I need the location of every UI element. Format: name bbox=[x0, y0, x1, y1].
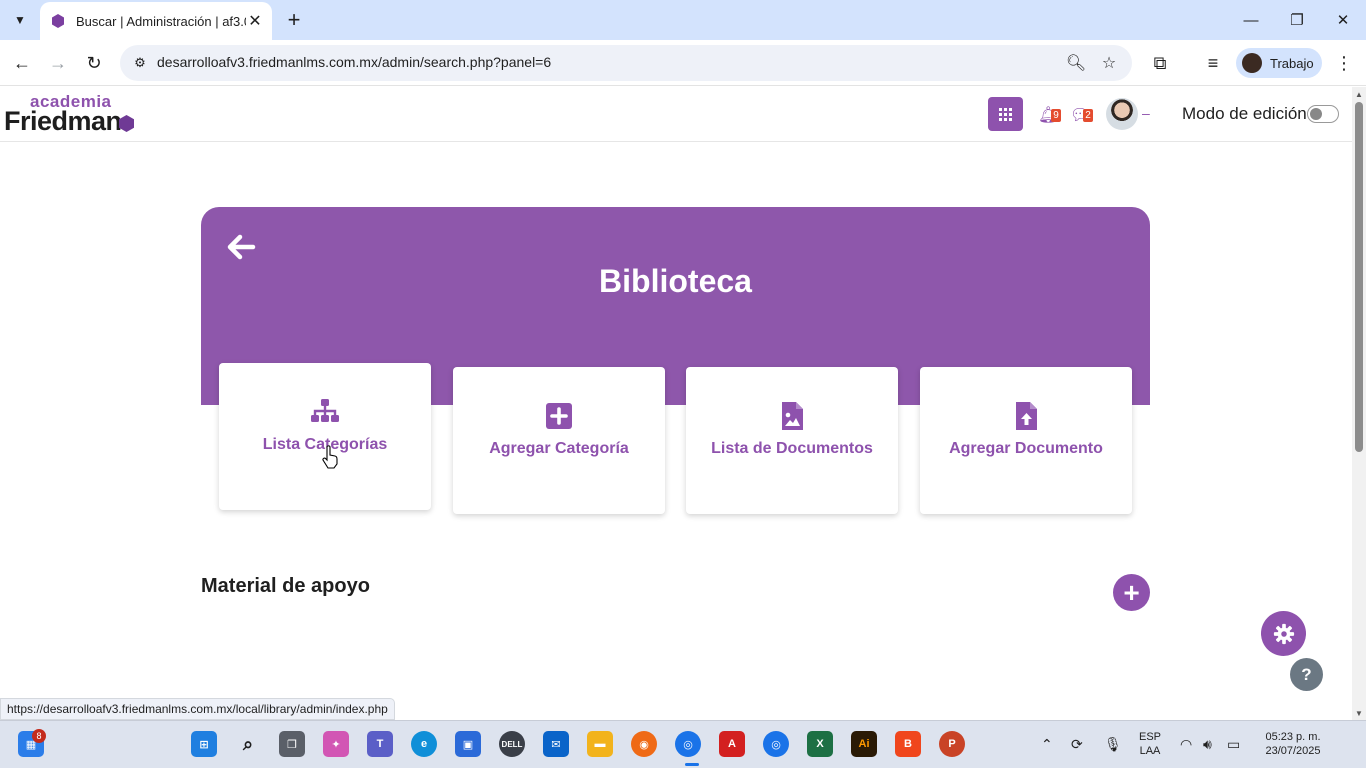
illustrator-icon[interactable]: Ai bbox=[851, 731, 877, 757]
notification-count-badge: 9 bbox=[1051, 109, 1061, 122]
acrobat-icon[interactable]: A bbox=[719, 731, 745, 757]
apps-grid-icon bbox=[999, 107, 1012, 121]
new-tab-button[interactable]: + bbox=[280, 6, 308, 34]
file-upload-icon bbox=[1016, 402, 1037, 430]
tab-close-icon[interactable]: ✕ bbox=[246, 12, 264, 30]
scroll-thumb[interactable] bbox=[1355, 102, 1363, 452]
card-lista-categorias[interactable]: Lista Categorías bbox=[219, 363, 431, 510]
back-button-icon[interactable]: ← bbox=[8, 49, 36, 77]
browser-tab-strip: ▼ Buscar | Administración | af3.0 ✕ + — … bbox=[0, 0, 1366, 40]
profile-label: Trabajo bbox=[1270, 55, 1314, 71]
url-text[interactable]: desarrolloafv3.friedmanlms.com.mx/admin/… bbox=[157, 54, 551, 70]
dell-icon[interactable]: DELL bbox=[499, 731, 525, 757]
clock[interactable]: 05:23 p. m. 23/07/2025 bbox=[1255, 730, 1331, 758]
browser-toolbar: ← → ↻ ⚙ desarrolloafv3.friedmanlms.com.m… bbox=[0, 40, 1366, 86]
profile-button[interactable]: Trabajo bbox=[1236, 48, 1322, 78]
clock-time: 05:23 p. m. bbox=[1265, 731, 1321, 743]
plus-square-icon bbox=[546, 403, 572, 429]
edit-mode-label: Modo de edición bbox=[1182, 104, 1307, 123]
widgets-badge: 8 bbox=[32, 729, 46, 743]
firefox-icon[interactable]: ◉ bbox=[631, 731, 657, 757]
chrome-profile-icon[interactable]: ◎ bbox=[763, 731, 789, 757]
scroll-down-icon[interactable]: ▼ bbox=[1352, 706, 1366, 720]
restore-icon[interactable]: ❐ bbox=[1274, 0, 1320, 40]
bookmark-star-icon[interactable]: ☆ bbox=[1097, 51, 1121, 75]
browser-tab[interactable]: Buscar | Administración | af3.0 ✕ bbox=[40, 2, 272, 40]
sitemap-icon bbox=[311, 399, 339, 422]
windows-start-icon[interactable]: ⊞ bbox=[191, 731, 217, 757]
language-line-1: ESP bbox=[1138, 731, 1161, 743]
gear-icon bbox=[1273, 623, 1294, 644]
extensions-icon[interactable]: ⧉ bbox=[1146, 49, 1174, 77]
file-explorer-icon[interactable]: ▬ bbox=[587, 731, 613, 757]
section-title: Material de apoyo bbox=[201, 575, 370, 597]
zoom-search-icon[interactable]: 🔍︎ bbox=[1064, 51, 1088, 75]
toggle-knob bbox=[1310, 108, 1322, 120]
help-button[interactable]: ? bbox=[1290, 658, 1323, 691]
forward-button-icon[interactable]: → bbox=[44, 49, 72, 77]
card-label: Agregar Documento bbox=[949, 440, 1103, 457]
hand-cursor-icon bbox=[322, 445, 338, 469]
reload-icon[interactable]: ↻ bbox=[80, 49, 108, 77]
search-icon[interactable]: ⌕ bbox=[235, 731, 261, 757]
link-status-bar: https://desarrolloafv3.friedmanlms.com.m… bbox=[0, 698, 395, 720]
site-settings-icon[interactable]: ⚙ bbox=[130, 53, 150, 73]
tab-title: Buscar | Administración | af3.0 bbox=[76, 13, 246, 29]
teams-icon[interactable]: T bbox=[367, 731, 393, 757]
language-line-2: LAA bbox=[1139, 745, 1161, 757]
settings-button[interactable] bbox=[1261, 611, 1306, 656]
card-agregar-categoria[interactable]: Agregar Categoría bbox=[453, 367, 665, 514]
input-language[interactable]: ESP LAA bbox=[1136, 730, 1164, 758]
minimize-icon[interactable]: — bbox=[1228, 0, 1274, 40]
card-label: Agregar Categoría bbox=[489, 440, 629, 457]
chrome-icon[interactable]: ◎ bbox=[675, 731, 701, 757]
media-control-icon[interactable]: ≡ bbox=[1199, 49, 1227, 77]
excel-icon[interactable]: X bbox=[807, 731, 833, 757]
window-close-icon[interactable]: ✕ bbox=[1320, 0, 1366, 40]
back-arrow-icon[interactable] bbox=[225, 231, 257, 263]
file-image-icon bbox=[782, 402, 803, 430]
page-title: Biblioteca bbox=[599, 263, 752, 299]
user-avatar[interactable] bbox=[1106, 98, 1138, 130]
tab-search-chevron-icon[interactable]: ▼ bbox=[6, 6, 34, 34]
copilot-icon[interactable]: ✦ bbox=[323, 731, 349, 757]
mail-icon[interactable]: ✉ bbox=[543, 731, 569, 757]
favicon-icon bbox=[52, 14, 64, 28]
add-material-button[interactable]: + bbox=[1113, 574, 1150, 611]
address-bar[interactable]: ⚙ desarrolloafv3.friedmanlms.com.mx/admi… bbox=[120, 45, 1132, 81]
edge-icon[interactable]: e bbox=[411, 731, 437, 757]
user-menu-caret-icon[interactable]: – bbox=[1142, 105, 1150, 121]
profile-avatar bbox=[1242, 53, 1262, 73]
clock-date: 23/07/2025 bbox=[1265, 745, 1321, 757]
card-agregar-documento[interactable]: Agregar Documento bbox=[920, 367, 1132, 514]
edit-mode-toggle[interactable] bbox=[1307, 105, 1339, 123]
web-page: academia Friedman 🔔︎ 9 💬︎ 2 – Modo de ed… bbox=[0, 87, 1352, 720]
brave-icon[interactable]: B bbox=[895, 731, 921, 757]
windows-taskbar: ▦ 8 ⊞ ⌕ ❐ ✦ T e ▣ DELL ✉ ▬ ◉ ◎ A ◎ X Ai … bbox=[0, 720, 1366, 768]
volume-icon[interactable]: 🔊︎ bbox=[1203, 736, 1212, 753]
logo-friedman[interactable]: Friedman bbox=[4, 106, 122, 137]
store-icon[interactable]: ▣ bbox=[455, 731, 481, 757]
powerpoint-icon[interactable]: P bbox=[939, 731, 965, 757]
wifi-icon[interactable]: ◠ bbox=[1180, 736, 1192, 753]
card-label: Lista de Documentos bbox=[711, 440, 873, 457]
page-scrollbar[interactable]: ▲ ▼ bbox=[1352, 87, 1366, 720]
chrome-menu-icon[interactable]: ⋮ bbox=[1330, 49, 1358, 77]
site-navbar: academia Friedman 🔔︎ 9 💬︎ 2 – Modo de ed… bbox=[0, 87, 1352, 142]
battery-icon[interactable]: ▭ bbox=[1227, 736, 1240, 753]
apps-grid-button[interactable] bbox=[988, 97, 1023, 131]
sync-icon[interactable]: ⟳ bbox=[1071, 736, 1083, 753]
scroll-up-icon[interactable]: ▲ bbox=[1352, 87, 1366, 101]
microphone-icon[interactable]: 🎙︎ bbox=[1104, 736, 1122, 753]
card-lista-documentos[interactable]: Lista de Documentos bbox=[686, 367, 898, 514]
messages-count-badge: 2 bbox=[1083, 109, 1093, 122]
active-app-indicator bbox=[685, 763, 699, 766]
task-view-icon[interactable]: ❐ bbox=[279, 731, 305, 757]
tray-overflow-chevron-icon[interactable]: ⌃ bbox=[1041, 736, 1053, 753]
